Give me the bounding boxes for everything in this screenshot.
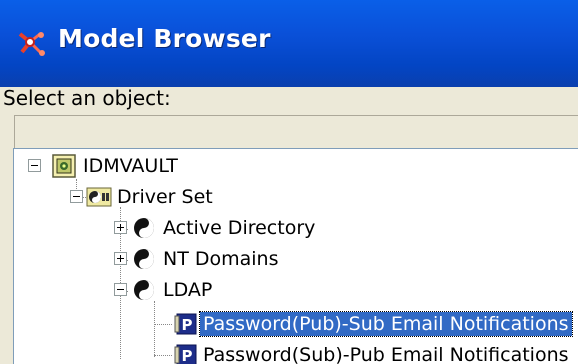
tree-node-active-directory[interactable]: Active Directory [14, 213, 574, 243]
tree-node-label: LDAP [163, 279, 213, 301]
select-object-label: Select an object: [3, 86, 171, 110]
tree-node-label: IDMVAULT [83, 155, 178, 177]
tree-node-password-pub-sub[interactable]: P Password(Pub)-Sub Email Notifications [14, 309, 574, 339]
collapse-icon[interactable] [114, 283, 127, 296]
tree-node-nt-domains[interactable]: NT Domains [14, 244, 574, 274]
expand-icon[interactable] [114, 221, 127, 234]
tree-node-label: Driver Set [117, 186, 213, 208]
object-filter-input[interactable] [14, 115, 578, 149]
tree-node-ldap[interactable]: LDAP [14, 275, 574, 305]
window-title: Model Browser [58, 24, 271, 53]
tree-node-label: NT Domains [163, 248, 279, 270]
driver-yinyang-icon [134, 249, 154, 269]
policy-p-icon: P [174, 344, 197, 364]
tree-node-label: Password(Sub)-Pub Email Notifications [203, 344, 569, 364]
tree-node-password-sub-pub[interactable]: P Password(Sub)-Pub Email Notifications [14, 340, 574, 364]
driver-yinyang-icon [134, 280, 154, 300]
expand-icon[interactable] [114, 252, 127, 265]
tree-node-label: Active Directory [163, 217, 316, 239]
policy-p-icon: P [174, 313, 197, 335]
vault-icon [52, 154, 76, 178]
tree-node-driver-set[interactable]: Driver Set [14, 182, 574, 212]
driver-yinyang-icon [134, 218, 154, 238]
svg-text:P: P [182, 316, 193, 334]
title-bar: Model Browser [0, 0, 578, 87]
model-browser-logo-icon [18, 32, 45, 56]
collapse-icon[interactable] [28, 159, 41, 172]
object-tree[interactable]: IDMVAULT Driver Set Active Directory NT … [13, 148, 578, 364]
collapse-icon[interactable] [70, 190, 83, 203]
tree-node-idmvault[interactable]: IDMVAULT [14, 151, 574, 181]
tree-node-label: Password(Pub)-Sub Email Notifications [199, 311, 573, 337]
driver-set-icon [86, 187, 112, 207]
svg-text:P: P [182, 347, 193, 364]
